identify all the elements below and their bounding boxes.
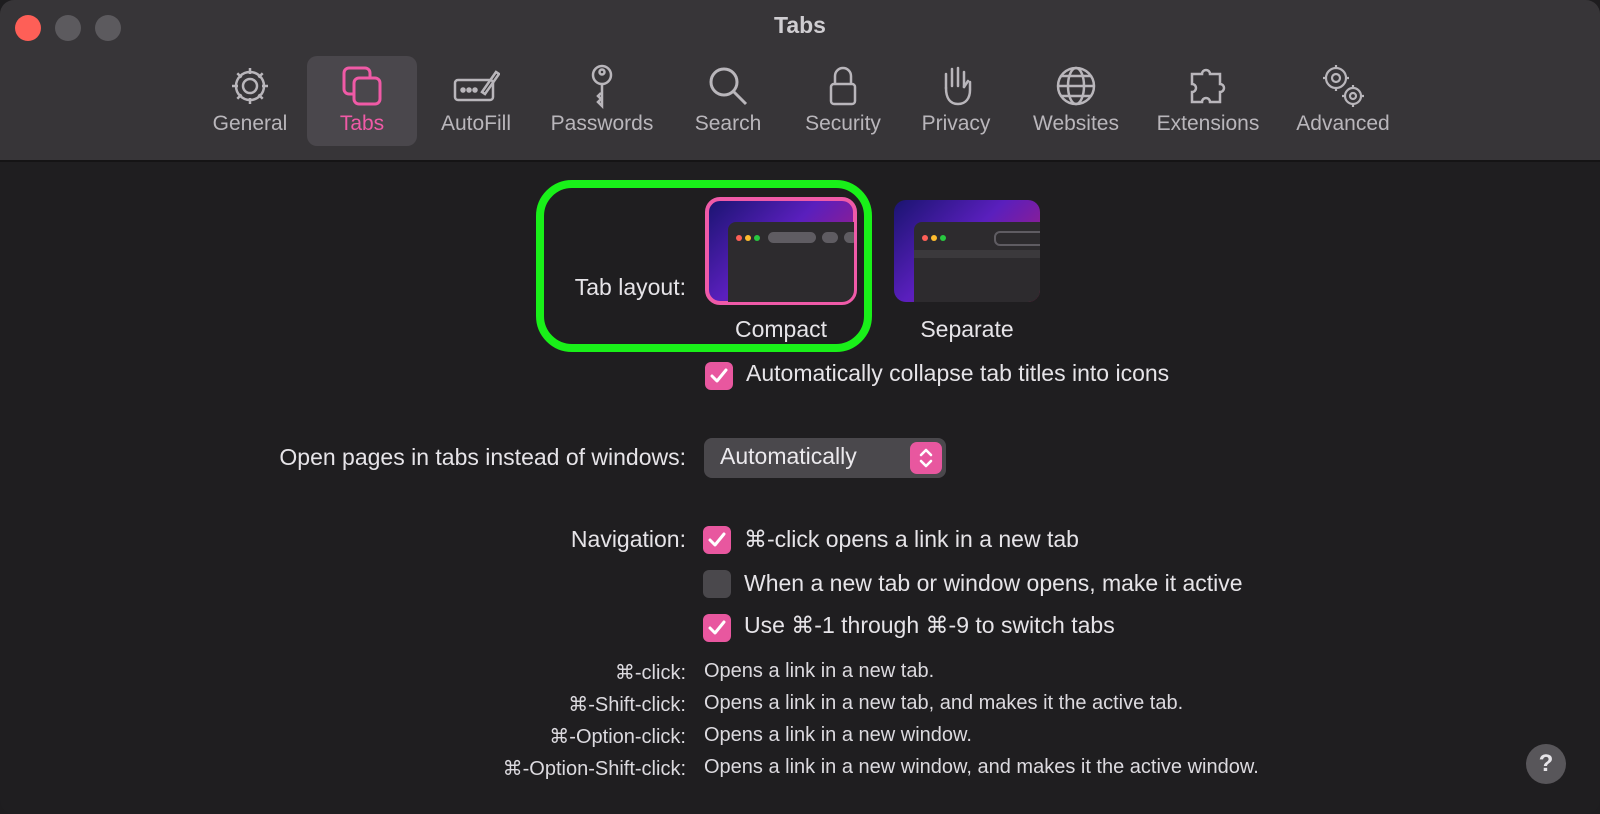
help-button[interactable]: ? <box>1526 744 1566 784</box>
shortcut-description: Opens a link in a new tab. <box>704 660 935 682</box>
compact-layout-label: Compact <box>734 316 828 342</box>
window-title: Tabs <box>774 12 826 38</box>
hand-icon <box>932 62 980 110</box>
cmd-number-switch-label: Use ⌘-1 through ⌘-9 to switch tabs <box>744 612 1115 638</box>
magnifier-icon <box>704 62 752 110</box>
tab-privacy[interactable]: Privacy <box>910 56 1002 146</box>
tab-autofill[interactable]: AutoFill <box>428 56 524 146</box>
make-active-checkbox[interactable] <box>703 570 731 598</box>
make-active-label: When a new tab or window opens, make it … <box>744 570 1243 596</box>
tab-extensions[interactable]: Extensions <box>1146 56 1270 146</box>
shortcut-description: Opens a link in a new window. <box>704 724 972 746</box>
shortcut-key: ⌘-click: <box>614 662 686 684</box>
key-icon <box>578 62 626 110</box>
tab-websites[interactable]: Websites <box>1022 56 1130 146</box>
tab-search[interactable]: Search <box>682 56 774 146</box>
tab-passwords[interactable]: Passwords <box>542 56 662 146</box>
open-pages-label: Open pages in tabs instead of windows: <box>279 444 686 470</box>
tab-tabs[interactable]: Tabs <box>307 56 417 146</box>
titlebar: Tabs General Tabs AutoFill Passwords Sea… <box>0 0 1600 162</box>
shortcut-key: ⌘-Option-click: <box>549 726 686 748</box>
shortcut-key: ⌘-Shift-click: <box>568 694 686 716</box>
compact-layout-thumbnail[interactable] <box>705 197 857 305</box>
tabs-icon <box>338 62 386 110</box>
shortcut-key: ⌘-Option-Shift-click: <box>502 758 686 780</box>
checkmark-icon <box>710 368 728 383</box>
open-pages-select[interactable]: Automatically <box>704 438 946 478</box>
tab-advanced[interactable]: Advanced <box>1286 56 1400 146</box>
checkmark-icon <box>708 620 726 635</box>
up-down-chevron-icon <box>910 442 942 474</box>
gear-icon <box>226 62 274 110</box>
tab-general[interactable]: General <box>200 56 300 146</box>
cmd-number-switch-checkbox[interactable] <box>703 614 731 642</box>
separate-layout-label: Separate <box>920 316 1014 342</box>
shortcut-description: Opens a link in a new window, and makes … <box>704 756 1259 778</box>
open-pages-value: Automatically <box>720 443 857 469</box>
preferences-window: Tabs General Tabs AutoFill Passwords Sea… <box>0 0 1600 814</box>
separate-layout-thumbnail[interactable] <box>894 200 1040 302</box>
globe-icon <box>1052 62 1100 110</box>
shortcut-description: Opens a link in a new tab, and makes it … <box>704 692 1184 714</box>
collapse-titles-label: Automatically collapse tab titles into i… <box>746 360 1170 386</box>
tab-layout-label: Tab layout: <box>574 274 686 300</box>
cmd-click-new-tab-label: ⌘-click opens a link in a new tab <box>744 526 1079 552</box>
cmd-click-new-tab-checkbox[interactable] <box>703 526 731 554</box>
checkmark-icon <box>708 532 726 547</box>
navigation-label: Navigation: <box>570 526 686 552</box>
lock-icon <box>819 62 867 110</box>
gears-icon <box>1319 62 1367 110</box>
autofill-icon <box>452 62 501 110</box>
preferences-toolbar: General Tabs AutoFill Passwords Search S… <box>0 56 1600 148</box>
puzzle-icon <box>1184 62 1232 110</box>
tab-security[interactable]: Security <box>792 56 894 146</box>
collapse-titles-checkbox[interactable] <box>705 362 733 390</box>
